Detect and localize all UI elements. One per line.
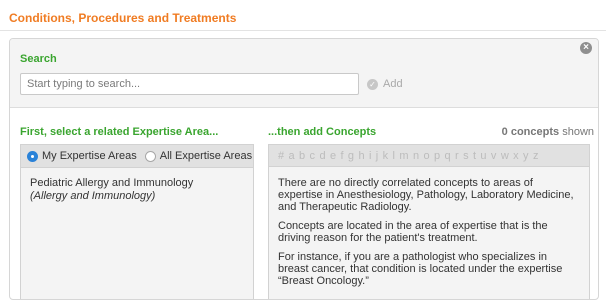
expertise-area-heading: First, select a related Expertise Area..… xyxy=(20,126,219,138)
radio-label: My Expertise Areas xyxy=(42,150,137,162)
alphabet-letter[interactable]: k xyxy=(383,150,389,162)
message-paragraph: There are no directly correlated concept… xyxy=(278,177,574,213)
radio-my-expertise-areas[interactable]: My Expertise Areas xyxy=(27,150,137,162)
alphabet-letter[interactable]: v xyxy=(491,150,497,162)
alphabet-letter[interactable]: r xyxy=(455,150,459,162)
expertise-filter-radios: My Expertise Areas All Expertise Areas xyxy=(21,145,253,168)
alphabet-letter[interactable]: t xyxy=(473,150,476,162)
alphabet-letter[interactable]: z xyxy=(533,150,539,162)
concepts-count-suffix: shown xyxy=(562,126,594,138)
alphabet-letter[interactable]: m xyxy=(399,150,408,162)
alphabet-letter[interactable]: x xyxy=(513,150,519,162)
alphabet-letter[interactable]: n xyxy=(413,150,419,162)
search-input[interactable] xyxy=(20,73,359,95)
concepts-count: 0 concepts shown xyxy=(502,126,594,138)
alphabet-letter[interactable]: d xyxy=(319,150,325,162)
alphabet-letter[interactable]: g xyxy=(348,150,354,162)
radio-all-expertise-areas[interactable]: All Expertise Areas xyxy=(144,150,253,162)
close-icon[interactable]: × xyxy=(580,42,592,54)
list-item[interactable]: Pediatric Allergy and Immunology (Allerg… xyxy=(30,177,245,203)
concepts-empty-message: There are no directly correlated concept… xyxy=(278,177,578,294)
alphabet-letter[interactable]: s xyxy=(463,150,469,162)
expertise-area-list: My Expertise Areas All Expertise Areas P… xyxy=(20,144,254,299)
alphabet-letter[interactable]: e xyxy=(330,150,336,162)
alphabet-letter[interactable]: i xyxy=(369,150,371,162)
area-item-title: Pediatric Allergy and Immunology xyxy=(30,177,194,189)
alphabet-letter[interactable]: y xyxy=(523,150,529,162)
alphabet-letter[interactable]: b xyxy=(299,150,305,162)
concept-picker-panel: Search × ✓ Add First, select a related E… xyxy=(9,38,599,300)
alphabet-letter[interactable]: # xyxy=(278,150,284,162)
alphabet-letter[interactable]: c xyxy=(310,150,316,162)
alphabet-letter[interactable]: f xyxy=(340,150,343,162)
radio-button-icon[interactable] xyxy=(144,150,156,162)
add-button[interactable]: ✓ Add xyxy=(367,76,403,92)
radio-label: All Expertise Areas xyxy=(159,150,253,162)
message-paragraph: Concepts are located in the area of expe… xyxy=(278,220,548,244)
search-heading: Search xyxy=(20,53,57,65)
alphabet-letter[interactable]: l xyxy=(393,150,395,162)
alphabet-letter[interactable]: q xyxy=(444,150,450,162)
check-circle-icon: ✓ xyxy=(367,78,378,90)
message-paragraph: For instance, if you are a pathologist w… xyxy=(278,251,563,287)
alphabet-letter[interactable]: j xyxy=(376,150,378,162)
alphabet-letter[interactable]: w xyxy=(501,150,509,162)
alphabet-letter[interactable]: a xyxy=(289,150,295,162)
alphabet-letter[interactable]: o xyxy=(423,150,429,162)
search-section: Search × ✓ Add xyxy=(10,39,598,108)
concepts-heading: ...then add Concepts xyxy=(268,126,377,138)
alphabet-letter[interactable]: h xyxy=(358,150,364,162)
title-divider xyxy=(0,30,606,31)
add-label: Add xyxy=(383,78,403,90)
alphabet-filter: # a b c d e f g h i j k l m n o p q r s t u v w x y z xyxy=(269,145,589,167)
page-title: Conditions, Procedures and Treatments xyxy=(9,11,237,25)
radio-button-selected-icon[interactable] xyxy=(27,150,38,162)
concepts-list: # a b c d e f g h i j k l m n o p q r s t u v w x y z There are no… xyxy=(268,144,590,299)
alphabet-letter[interactable]: p xyxy=(434,150,440,162)
area-item-subtitle: (Allergy and Immunology) xyxy=(30,190,156,202)
alphabet-letter[interactable]: u xyxy=(480,150,486,162)
concepts-count-value: 0 concepts xyxy=(501,126,560,138)
